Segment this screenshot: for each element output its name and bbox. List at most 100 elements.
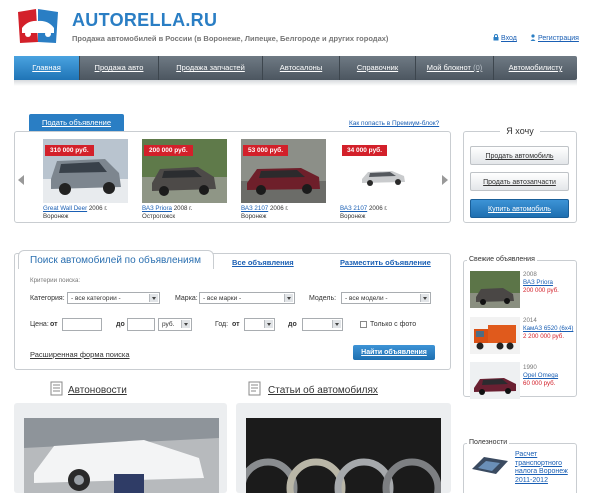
fresh-ad-title[interactable]: ВАЗ Priora — [523, 279, 559, 287]
year-from-select[interactable] — [244, 318, 275, 331]
category-select[interactable]: - все категории - — [67, 292, 160, 304]
chevron-down-icon — [264, 320, 273, 328]
fresh-ad-year: 2014 — [523, 317, 537, 324]
premium-card[interactable]: 310 000 руб. Great Wall Deer 2006 г. Воро… — [43, 139, 128, 220]
news-photo[interactable] — [24, 418, 219, 493]
want-title-text: Я хочу — [500, 126, 540, 136]
articles-preview — [236, 403, 451, 493]
chevron-down-icon — [181, 320, 190, 328]
price-to-input[interactable] — [127, 318, 155, 331]
currency-select[interactable]: руб. — [158, 318, 192, 331]
fresh-ad-info: 1990 Opel Omega 60 000 руб. — [523, 364, 558, 388]
card-year: 2006 г. — [88, 205, 108, 212]
card-year: 2008 г. — [173, 205, 193, 212]
tax-calculator-link[interactable]: Расчет транспортного налога Воронеж 2011… — [515, 451, 573, 485]
chevron-down-icon — [332, 320, 341, 328]
useful-title: Полезности — [467, 439, 510, 446]
card-caption: Great Wall Deer 2006 г. Воронеж — [43, 205, 153, 221]
photo-only-label: Только с фото — [370, 321, 417, 328]
card-title-link[interactable]: ВАЗ 2107 — [241, 205, 268, 212]
buy-car-button[interactable]: Купить автомобиль — [470, 199, 569, 218]
want-title: Я хочу — [463, 126, 577, 136]
nav-directory[interactable]: Справочник — [340, 56, 416, 80]
nav-car-sale[interactable]: Продажа авто — [80, 56, 159, 80]
login-label: Вход — [501, 35, 517, 42]
document-icon — [248, 381, 261, 396]
fresh-ad-photo[interactable] — [470, 271, 520, 308]
price-label: Цена: — [30, 321, 49, 328]
price-from-label: от — [50, 321, 58, 328]
main-nav: Главная Продажа авто Продажа запчастей А… — [14, 56, 577, 80]
year-to-select[interactable] — [302, 318, 343, 331]
tab-search[interactable]: Поиск автомобилей по объявлениям — [18, 250, 214, 269]
register-label: Регистрация — [538, 35, 579, 42]
card-city: Острогожск — [142, 213, 176, 220]
nav-motorist[interactable]: Автомобилисту — [494, 56, 577, 80]
tab-post-ad[interactable]: Разместить объявление — [340, 258, 431, 267]
premium-how-link[interactable]: Как попасть в Премиум-блок? — [349, 120, 439, 127]
nav-dealers[interactable]: Автосалоны — [263, 56, 340, 80]
fresh-ad-photo[interactable] — [470, 362, 520, 399]
category-value: - все категории - — [71, 295, 121, 302]
fresh-ad-info: 2008 ВАЗ Priora 200 000 руб. — [523, 271, 559, 295]
site-title[interactable]: AUTORELLA.RU — [72, 10, 217, 31]
brand-value: - все марки - — [203, 295, 242, 302]
advanced-search-link[interactable]: Расширенная форма поиска — [30, 350, 130, 359]
fresh-ads-title: Свежие объявления — [467, 256, 537, 263]
card-city: Воронеж — [340, 213, 366, 220]
fresh-ad-title[interactable]: Opel Omega — [523, 372, 558, 380]
card-year: 2006 г. — [269, 205, 289, 212]
register-link[interactable]: Регистрация — [530, 34, 579, 42]
price-from-input[interactable] — [62, 318, 102, 331]
card-year: 2006 г. — [368, 205, 388, 212]
news-preview — [14, 403, 227, 493]
articles-section-title[interactable]: Статьи об автомобилях — [268, 385, 378, 396]
article-photo[interactable] — [246, 418, 441, 493]
sell-car-button[interactable]: Продать автомобиль — [470, 146, 569, 165]
site-logo[interactable] — [14, 6, 64, 46]
nav-parts-sale[interactable]: Продажа запчастей — [159, 56, 263, 80]
year-label: Год: — [215, 321, 229, 328]
price-badge: 34 000 руб. — [342, 145, 388, 156]
post-ad-tab[interactable]: Подать объявление — [29, 114, 124, 131]
card-caption: ВАЗ 2107 2006 г. Воронеж — [241, 205, 351, 221]
card-caption: ВАЗ 2107 2006 г. Воронеж — [340, 205, 450, 221]
brand-select[interactable]: - все марки - — [199, 292, 295, 304]
chevron-down-icon — [420, 294, 429, 302]
year-to-label: до — [288, 321, 297, 328]
carousel-next-icon[interactable] — [442, 175, 448, 185]
model-value: - все модели - — [345, 295, 388, 302]
carousel-prev-icon[interactable] — [18, 175, 24, 185]
sell-parts-button[interactable]: Продать автозапчасти — [470, 172, 569, 191]
fresh-ad-info: 2014 КамАЗ 6520 (6х4) 2 200 000 руб. — [523, 317, 575, 341]
premium-card[interactable]: 34 000 руб. ВАЗ 2107 2006 г. Воронеж — [340, 139, 425, 220]
premium-card[interactable]: 53 000 руб. ВАЗ 2107 2006 г. Воронеж — [241, 139, 326, 220]
card-title-link[interactable]: ВАЗ Priora — [142, 205, 172, 212]
login-link[interactable]: Вход — [493, 34, 517, 42]
newspaper-icon — [50, 381, 63, 396]
nav-notebook[interactable]: Мой блокнот (0) — [416, 56, 494, 80]
fresh-ad-price: 200 000 руб. — [523, 287, 559, 294]
model-label: Модель: — [309, 295, 337, 302]
card-city: Воронеж — [43, 213, 69, 220]
tab-all-ads[interactable]: Все объявления — [232, 258, 294, 267]
fresh-ad-title[interactable]: КамАЗ 6520 (6х4) — [523, 325, 575, 333]
premium-card[interactable]: 200 000 руб. ВАЗ Priora 2008 г. Острогожс… — [142, 139, 227, 220]
fresh-ad-price: 60 000 руб. — [523, 380, 556, 387]
price-badge: 200 000 руб. — [144, 145, 193, 156]
nav-home[interactable]: Главная — [14, 56, 80, 80]
news-section-title[interactable]: Автоновости — [68, 385, 127, 396]
nav-notebook-count: (0) — [473, 63, 483, 72]
price-badge: 310 000 руб. — [45, 145, 94, 156]
lock-icon — [493, 34, 499, 41]
card-title-link[interactable]: Great Wall Deer — [43, 205, 87, 212]
category-label: Категория: — [30, 295, 65, 302]
photo-only-checkbox[interactable] — [360, 321, 367, 328]
fresh-ad-price: 2 200 000 руб. — [523, 333, 565, 340]
fresh-ad-photo[interactable] — [470, 317, 520, 354]
find-ads-button[interactable]: Найти объявления — [353, 345, 435, 360]
model-select[interactable]: - все модели - — [341, 292, 431, 304]
tax-calculator-icon[interactable] — [470, 453, 510, 475]
price-badge: 53 000 руб. — [243, 145, 289, 156]
card-title-link[interactable]: ВАЗ 2107 — [340, 205, 367, 212]
